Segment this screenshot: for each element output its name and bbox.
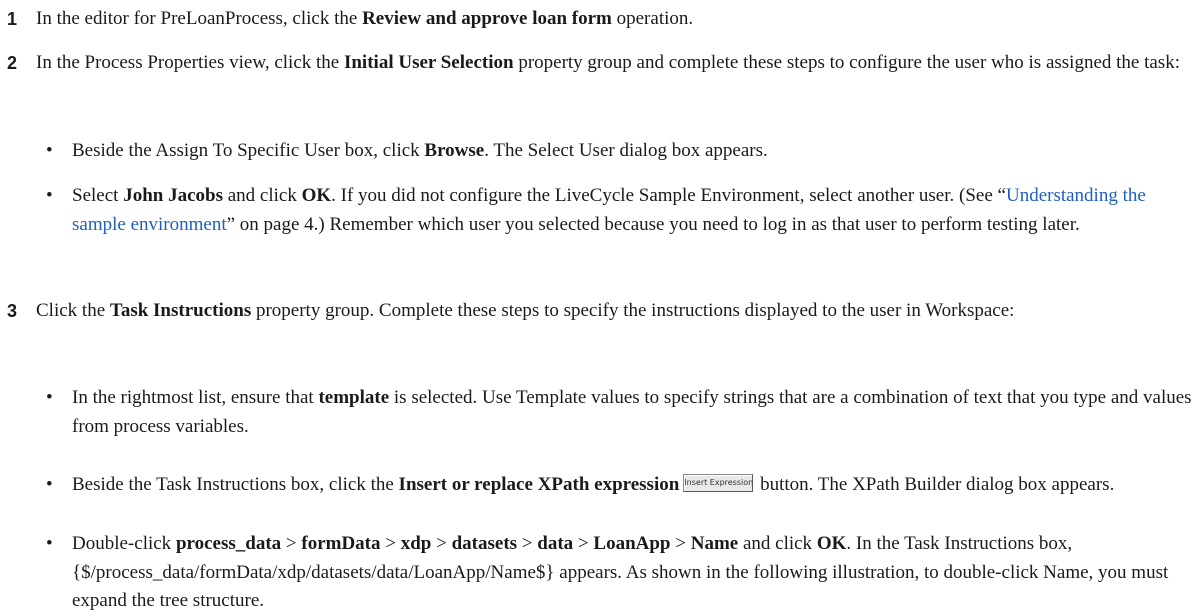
step-1: 1 In the editor for PreLoanProcess, clic… [0, 5, 1195, 34]
text: In the rightmost list, ensure that [72, 387, 319, 408]
list-item: • Select John Jacobs and click OK. If yo… [0, 182, 1195, 239]
text: and click [222, 185, 302, 206]
ui-term: datasets [451, 533, 518, 554]
ui-term: Initial User Selection [343, 52, 514, 73]
ui-term: Browse [424, 140, 485, 161]
ui-term: formData [301, 533, 381, 554]
bullet-dot: • [46, 185, 53, 206]
list-item: • Double-click process_data > formData >… [0, 530, 1195, 616]
ui-term: xdp [400, 533, 432, 554]
bullet-dot: • [46, 474, 53, 495]
ui-term: Task Instructions [109, 300, 252, 321]
bullet-text: In the rightmost list, ensure that templ… [72, 384, 1195, 441]
text: In the Process Properties view, click th… [36, 52, 344, 73]
bullet-dot: • [46, 140, 53, 161]
step-2: 2 In the Process Properties view, click … [0, 49, 1195, 78]
ui-term: process_data [175, 533, 282, 554]
text: and click [738, 533, 817, 554]
bullet-text: Beside the Assign To Specific User box, … [72, 137, 1195, 166]
separator: > [517, 533, 538, 554]
text: button. The XPath Builder dialog box app… [755, 474, 1115, 495]
text: Select [72, 185, 124, 206]
text: Click the [36, 300, 110, 321]
step-3: 3 Click the Task Instructions property g… [0, 297, 1195, 326]
ui-term: OK [816, 533, 847, 554]
text: Double-click [72, 533, 176, 554]
bullet-text: Select John Jacobs and click OK. If you … [72, 182, 1195, 239]
bullet-text: Beside the Task Instructions box, click … [72, 471, 1195, 500]
ui-term: OK [301, 185, 332, 206]
text: Beside the Task Instructions box, click … [72, 474, 399, 495]
bullet-text: Double-click process_data > formData > x… [72, 530, 1195, 616]
separator: > [431, 533, 452, 554]
text: . The Select User dialog box appears. [484, 140, 768, 161]
separator: > [380, 533, 401, 554]
ui-term: data [537, 533, 574, 554]
text: Beside the Assign To Specific User box, … [72, 140, 425, 161]
step-number: 2 [7, 53, 18, 73]
ui-term: Review and approve loan form [362, 8, 612, 29]
separator: > [281, 533, 302, 554]
bullet-dot: • [46, 533, 53, 554]
step-number: 3 [7, 301, 18, 321]
insert-expression-button: Insert Expression... [683, 474, 754, 492]
ui-term: LoanApp [593, 533, 671, 554]
separator: > [573, 533, 594, 554]
list-item: • Beside the Task Instructions box, clic… [0, 471, 1195, 500]
step-text: In the Process Properties view, click th… [36, 49, 1195, 78]
list-item: • Beside the Assign To Specific User box… [0, 137, 1195, 166]
text: In the editor for PreLoanProcess, click … [36, 8, 363, 29]
ui-term: template [318, 387, 390, 408]
step-text: Click the Task Instructions property gro… [36, 297, 1195, 326]
text: property group and complete these steps … [513, 52, 1180, 73]
text: operation. [611, 8, 694, 29]
text: ” on page 4.) Remember which user you se… [226, 213, 1080, 235]
text: . If you did not configure the LiveCycle… [331, 185, 1006, 206]
list-item: • In the rightmost list, ensure that tem… [0, 384, 1195, 441]
separator: > [670, 533, 691, 554]
ui-term: Insert or replace XPath expression [398, 474, 680, 495]
step-number: 1 [7, 9, 18, 29]
step-text: In the editor for PreLoanProcess, click … [36, 5, 1195, 34]
bullet-dot: • [46, 387, 53, 408]
text: property group. Complete these steps to … [251, 300, 1015, 321]
ui-term: Name [690, 533, 739, 554]
ui-term: John Jacobs [123, 185, 223, 206]
